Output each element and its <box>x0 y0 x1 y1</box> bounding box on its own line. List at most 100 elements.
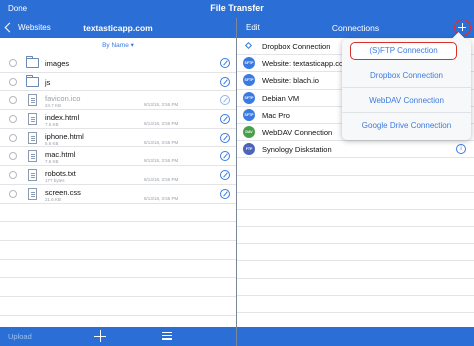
file-date: 8/13/18, 3:55 PM <box>144 102 179 108</box>
file-list: images js favicon.ico 24.7 KB 8/13/18, 3:55 … <box>0 54 236 316</box>
empty-row <box>237 261 474 279</box>
empty-row <box>0 297 236 316</box>
list-view-icon[interactable] <box>162 332 172 340</box>
file-name: index.html <box>45 113 80 123</box>
sftp-icon: SFTP <box>243 74 255 87</box>
file-icon <box>28 169 37 182</box>
file-row[interactable]: images <box>0 54 236 73</box>
edit-icon[interactable] <box>220 132 230 143</box>
file-name: favicon.ico <box>45 94 81 104</box>
file-size: 7.6 KB <box>45 159 59 165</box>
sftp-icon: SFTP <box>243 91 255 104</box>
file-icon <box>28 187 37 200</box>
left-nav-bar: Websites textasticapp.com <box>0 18 236 38</box>
add-connection-popover: (S)FTP Connection Dropbox Connection Web… <box>342 32 471 140</box>
option-sftp-connection[interactable]: (S)FTP Connection <box>350 42 457 60</box>
option-dropbox-connection[interactable]: Dropbox Connection <box>342 64 471 88</box>
edit-icon[interactable] <box>220 58 230 68</box>
connections-title: Connections <box>331 23 380 33</box>
file-size: 24.7 KB <box>45 103 62 109</box>
connection-row[interactable]: FTP Synology Diskstation i <box>237 141 474 159</box>
connection-label: Mac Pro <box>262 110 290 120</box>
edit-icon[interactable] <box>220 114 230 125</box>
site-title: textasticapp.com <box>83 23 153 33</box>
file-name: screen.css <box>45 187 81 197</box>
file-icon <box>28 94 37 107</box>
file-size: 177 bytes <box>45 178 65 184</box>
folder-icon <box>26 74 39 87</box>
file-date: 8/13/18, 3:55 PM <box>144 121 179 127</box>
file-row[interactable]: favicon.ico 24.7 KB 8/13/18, 3:55 PM <box>0 91 236 111</box>
file-name: iphone.html <box>45 131 84 141</box>
file-icon <box>28 131 37 144</box>
file-name: images <box>45 59 70 68</box>
empty-row <box>0 278 236 297</box>
select-radio[interactable] <box>9 96 17 105</box>
file-row[interactable]: mac.html 7.6 KB 8/13/18, 3:55 PM <box>0 147 236 167</box>
connection-label: Website: blach.io <box>262 76 319 86</box>
edit-icon[interactable] <box>220 170 230 181</box>
webdav-icon: DAV <box>243 125 255 138</box>
new-item-icon[interactable] <box>94 330 106 342</box>
file-name: mac.html <box>45 150 76 160</box>
file-row[interactable]: screen.css 21.6 KB 8/13/18, 3:55 PM <box>0 185 236 204</box>
edit-icon[interactable] <box>220 76 230 87</box>
sftp-icon: SFTP <box>243 108 255 121</box>
empty-row <box>237 296 474 313</box>
file-date: 8/13/18, 3:55 PM <box>144 195 179 201</box>
empty-row <box>0 260 236 279</box>
empty-row <box>0 222 236 241</box>
file-size: 5.6 KB <box>45 140 59 146</box>
empty-row <box>237 193 474 210</box>
file-row[interactable]: robots.txt 177 bytes 8/13/18, 3:55 PM <box>0 166 236 185</box>
edit-icon[interactable] <box>220 188 230 199</box>
option-webdav-connection[interactable]: WebDAV Connection <box>342 89 471 113</box>
empty-row <box>0 241 236 260</box>
empty-row <box>237 244 474 262</box>
connection-label: WebDAV Connection <box>262 127 333 137</box>
edit-icon[interactable] <box>220 95 230 106</box>
file-name: robots.txt <box>45 169 76 179</box>
empty-row <box>237 158 474 176</box>
select-radio[interactable] <box>9 115 17 124</box>
file-size: 21.6 KB <box>45 196 62 202</box>
empty-row <box>237 176 474 193</box>
right-bottom-toolbar <box>237 327 474 346</box>
select-radio[interactable] <box>9 59 17 67</box>
sftp-icon: SFTP <box>243 57 255 70</box>
file-row[interactable]: js <box>0 73 236 92</box>
upload-button[interactable]: Upload <box>8 332 32 341</box>
left-bottom-toolbar: Upload <box>0 327 236 346</box>
select-radio[interactable] <box>9 189 17 198</box>
connection-label: Dropbox Connection <box>262 42 331 51</box>
connection-label: Synology Diskstation <box>262 145 332 155</box>
file-size: 7.5 KB <box>45 122 59 128</box>
info-icon[interactable]: i <box>456 144 466 155</box>
empty-row <box>237 210 474 228</box>
sort-button[interactable]: By Name ▾ <box>0 38 236 54</box>
option-google-drive-connection[interactable]: Google Drive Connection <box>342 114 471 138</box>
empty-row <box>0 204 236 223</box>
connection-label: Website: textasticapp.com <box>262 59 350 69</box>
empty-row <box>237 279 474 296</box>
select-radio[interactable] <box>9 171 17 180</box>
folder-icon <box>26 56 39 68</box>
file-icon <box>28 150 37 163</box>
empty-row <box>237 227 474 245</box>
file-date: 8/13/18, 3:55 PM <box>144 139 179 145</box>
file-name: js <box>45 77 51 87</box>
file-icon <box>28 113 37 126</box>
select-radio[interactable] <box>9 152 17 161</box>
edit-icon[interactable] <box>220 151 230 162</box>
dropbox-icon <box>243 40 255 52</box>
ftp-icon: FTP <box>243 143 255 156</box>
file-date: 8/13/18, 3:55 PM <box>144 177 179 183</box>
file-row[interactable]: iphone.html 5.6 KB 8/13/18, 3:55 PM <box>0 129 236 148</box>
file-row[interactable]: index.html 7.5 KB 8/13/18, 3:55 PM <box>0 110 236 129</box>
select-radio[interactable] <box>9 133 17 142</box>
select-radio[interactable] <box>9 77 17 86</box>
app-title: File Transfer <box>210 3 264 13</box>
file-date: 8/13/18, 3:55 PM <box>144 158 179 164</box>
connection-label: Debian VM <box>262 93 300 103</box>
app-title-bar: Done File Transfer <box>0 0 474 18</box>
